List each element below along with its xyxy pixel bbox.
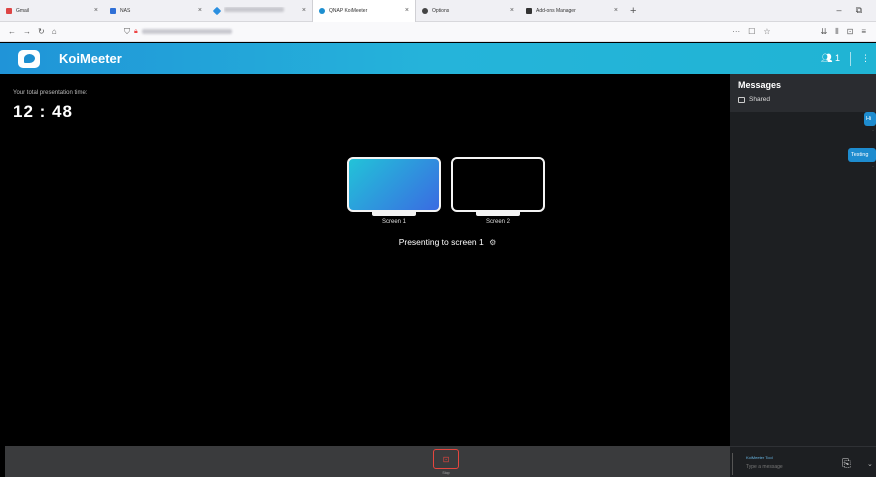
participants-icon: 👥︎ bbox=[821, 53, 833, 63]
close-tab-icon[interactable]: × bbox=[510, 7, 514, 14]
reload-icon[interactable]: ↻ bbox=[38, 27, 45, 36]
koimeeter-favicon-icon bbox=[319, 7, 325, 14]
library-icon[interactable]: ⫴ bbox=[835, 27, 838, 37]
chevron-down-icon[interactable]: ⌄ bbox=[867, 460, 873, 468]
app-name: KoiMeeter bbox=[59, 51, 122, 66]
browser-toolbar: ← → ↻ ⌂ ⛉ 🔒︎ ··· ☐ ☆ ⇊ ⫴ ⊡ ≡ bbox=[0, 22, 876, 42]
composer-divider bbox=[732, 453, 733, 475]
forward-icon[interactable]: → bbox=[23, 27, 31, 36]
url-redacted bbox=[141, 29, 232, 34]
stop-presenting-button[interactable]: ⊡ bbox=[433, 449, 459, 469]
tab-title: NAS bbox=[120, 7, 131, 14]
presenting-status: Presenting to screen 1 ⚙ bbox=[340, 237, 555, 247]
browser-tab-nas[interactable]: NAS × bbox=[104, 0, 208, 22]
close-tab-icon[interactable]: × bbox=[302, 7, 306, 14]
screen-1-tile[interactable] bbox=[347, 157, 441, 212]
presentation-stage: Your total presentation time: 12 : 48 Sc… bbox=[5, 74, 730, 446]
nas-favicon-icon bbox=[110, 7, 116, 14]
message-input[interactable]: Type a message bbox=[746, 464, 826, 470]
message-bubble: Testing bbox=[848, 148, 876, 162]
tab-title: QNAP KoiMeeter bbox=[329, 7, 368, 14]
attach-file-icon[interactable]: ⎘ bbox=[842, 458, 851, 471]
shared-label: Shared bbox=[749, 96, 770, 103]
presentation-time: 12 : 48 bbox=[13, 102, 73, 121]
message-timestamp: ·· bbox=[871, 129, 874, 133]
shared-tab[interactable]: Shared bbox=[738, 96, 868, 103]
close-tab-icon[interactable]: × bbox=[94, 7, 98, 14]
sender-name: KoiMeeter Tool bbox=[746, 455, 773, 460]
header-actions: 👥︎ 1 ⋮ bbox=[821, 51, 876, 66]
pocket-icon[interactable]: ☐ bbox=[748, 27, 755, 36]
home-icon[interactable]: ⌂ bbox=[52, 27, 57, 36]
window-controls: – ⧉ bbox=[837, 5, 876, 16]
bookmark-star-icon[interactable]: ☆ bbox=[763, 27, 770, 36]
message-composer: KoiMeeter Tool Type a message ⎘ ⌄ bbox=[730, 446, 876, 477]
messages-title: Messages bbox=[738, 80, 782, 90]
presentation-time-label: Your total presentation time: bbox=[13, 90, 88, 96]
tab-title-redacted bbox=[224, 7, 298, 14]
tab-title: Add-ons Manager bbox=[536, 7, 576, 14]
gear-icon[interactable]: ⚙ bbox=[489, 238, 496, 247]
shared-files-icon bbox=[738, 96, 745, 103]
close-tab-icon[interactable]: × bbox=[198, 7, 202, 14]
shield-icon[interactable]: ⛉ bbox=[124, 27, 130, 37]
gmail-favicon-icon bbox=[6, 7, 12, 14]
address-bar[interactable]: ⛉ 🔒︎ bbox=[84, 25, 732, 39]
participants-count: 1 bbox=[834, 53, 840, 63]
screen-2-stand bbox=[476, 211, 520, 216]
screen-2-label: Screen 2 bbox=[485, 219, 510, 225]
diamond-favicon-icon bbox=[212, 6, 222, 15]
tab-title: Options bbox=[432, 7, 450, 14]
browser-extension-icons: ⇊ ⫴ ⊡ ≡ bbox=[821, 27, 876, 37]
presenting-text: Presenting to screen 1 bbox=[398, 237, 484, 247]
browser-tab-koimeeter[interactable]: QNAP KoiMeeter × bbox=[312, 0, 416, 22]
gear-favicon-icon bbox=[422, 7, 428, 14]
messages-panel: Messages Shared Hi ·· Testing ·· bbox=[730, 74, 876, 477]
close-tab-icon[interactable]: × bbox=[405, 7, 409, 14]
screen-1-label: Screen 1 bbox=[381, 219, 406, 225]
messages-header: Messages Shared bbox=[730, 74, 876, 112]
permissions-icon[interactable]: 🔒︎ bbox=[134, 28, 138, 36]
app-header: KoiMeeter 👥︎ 1 ⋮ bbox=[0, 43, 876, 74]
screen-1-stand bbox=[372, 211, 416, 216]
puzzle-favicon-icon bbox=[526, 7, 532, 14]
browser-tab-redacted[interactable]: × bbox=[208, 0, 312, 22]
close-tab-icon[interactable]: × bbox=[614, 7, 618, 14]
koimeeter-logo-icon bbox=[18, 49, 40, 68]
message-bubble: Hi bbox=[864, 112, 876, 126]
message-timestamp: ·· bbox=[871, 165, 874, 169]
browser-tab-gmail[interactable]: Gmail × bbox=[0, 0, 104, 22]
restore-button[interactable]: ⧉ bbox=[856, 5, 862, 16]
back-icon[interactable]: ← bbox=[8, 27, 16, 36]
browser-tab-strip: Gmail × NAS × × QNAP KoiMeeter × Options… bbox=[0, 0, 876, 22]
address-bar-actions: ··· ☐ ☆ bbox=[732, 27, 820, 36]
menu-icon[interactable]: ≡ bbox=[861, 27, 866, 37]
nav-buttons: ← → ↻ ⌂ bbox=[0, 27, 84, 36]
header-divider bbox=[850, 51, 851, 66]
minimize-button[interactable]: – bbox=[837, 5, 842, 16]
screen-2-tile[interactable] bbox=[451, 157, 545, 212]
cast-stop-icon: ⊡ bbox=[442, 454, 450, 464]
participants-button[interactable]: 👥︎ 1 bbox=[821, 53, 840, 64]
browser-tab-addons[interactable]: Add-ons Manager × bbox=[520, 0, 624, 22]
bottom-control-bar: ⊡ Stop bbox=[5, 446, 730, 477]
tab-title: Gmail bbox=[16, 7, 30, 14]
stop-label: Stop bbox=[442, 471, 450, 475]
new-tab-button[interactable]: + bbox=[624, 5, 642, 17]
more-menu-icon[interactable]: ⋮ bbox=[861, 53, 870, 64]
browser-tab-options[interactable]: Options × bbox=[416, 0, 520, 22]
page-actions-icon[interactable]: ··· bbox=[732, 27, 740, 36]
sidebar-icon[interactable]: ⊡ bbox=[847, 27, 854, 37]
downloads-icon[interactable]: ⇊ bbox=[821, 27, 828, 37]
